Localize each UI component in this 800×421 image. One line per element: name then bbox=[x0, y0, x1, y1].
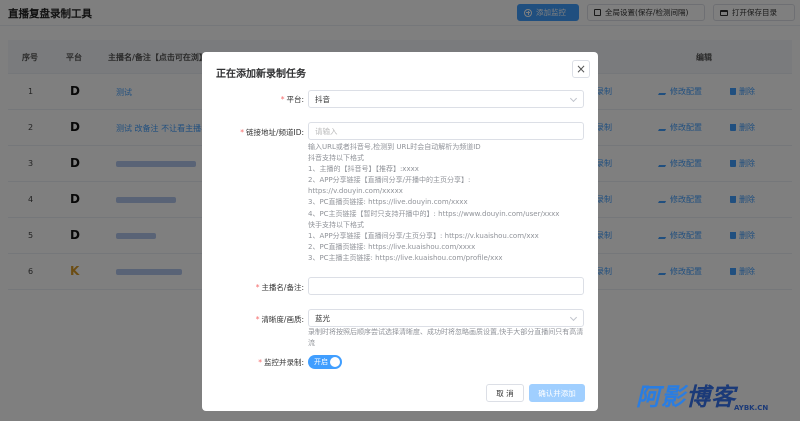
watermark-text: 阿影博客 bbox=[636, 383, 736, 411]
help-line: 4、PC主页链接【暂时只支持开播中的】: https://www.douyin.… bbox=[308, 209, 560, 218]
help-line: 1、APP分享链接【直播间分享/主页分享】: https://v.kuaisho… bbox=[308, 231, 539, 240]
monitor-label: * 监控并录制: bbox=[258, 358, 304, 367]
chevron-down-icon bbox=[569, 94, 578, 103]
quality-label: * 清晰度/画质: bbox=[255, 315, 304, 324]
platform-value: 抖音 bbox=[315, 94, 330, 104]
url-input[interactable]: 请输入 bbox=[308, 122, 584, 140]
help-line: 2、PC直播页链接: https://live.kuaishou.com/xxx… bbox=[308, 242, 476, 251]
cancel-button[interactable]: 取 消 bbox=[486, 384, 524, 402]
monitor-switch[interactable]: 开启 bbox=[308, 355, 342, 369]
help-line: 输入URL或者抖音号,检测到 URL时会自动解析为频道ID bbox=[308, 143, 481, 151]
close-button[interactable]: × bbox=[572, 60, 590, 78]
switch-knob bbox=[330, 357, 340, 367]
switch-text: 开启 bbox=[314, 358, 328, 366]
streamer-input[interactable] bbox=[308, 277, 584, 295]
dialog-title: 正在添加新录制任务 bbox=[216, 69, 306, 80]
close-icon: × bbox=[575, 62, 587, 76]
platform-select[interactable]: 抖音 bbox=[308, 90, 584, 108]
help-line: 快手支持以下格式 bbox=[308, 220, 364, 229]
confirm-add-button[interactable]: 确认并添加 bbox=[529, 384, 585, 402]
url-label: * 链接地址/频道ID: bbox=[240, 128, 304, 137]
help-line: 3、PC主播主页链接: https://live.kuaishou.com/pr… bbox=[308, 253, 503, 262]
add-task-dialog: 正在添加新录制任务 × * 平台: 抖音 * 链接地址/频道ID: 请输入 输入UR… bbox=[202, 52, 598, 411]
help-line: 1、主播的【抖音号】【推荐】:xxxx bbox=[308, 165, 419, 174]
watermark-logo: 阿影博客 AYBK.CN bbox=[636, 377, 786, 417]
url-placeholder: 请输入 bbox=[315, 126, 338, 136]
quality-value: 蓝光 bbox=[315, 313, 330, 323]
platform-label: * 平台: bbox=[280, 95, 304, 104]
help-line: 3、PC直播页链接: https://live.douyin.com/xxxx bbox=[308, 198, 468, 207]
watermark-url: AYBK.CN bbox=[734, 404, 769, 412]
quality-help: 录制时将按照后顺序尝试选择清晰度、成功时将忽略画质设置,快手大部分直播间只有高清… bbox=[308, 328, 584, 347]
chevron-down-icon bbox=[569, 313, 578, 322]
streamer-label: * 主播名/备注: bbox=[255, 283, 304, 292]
quality-select[interactable]: 蓝光 bbox=[308, 309, 584, 327]
help-line: 抖音支持以下格式 bbox=[308, 154, 364, 163]
help-line: 2、APP分享链接【直播间分享/开播中的主页分享】: bbox=[308, 176, 471, 185]
help-line: https://v.douyin.com/xxxxx bbox=[308, 187, 403, 196]
url-help: 输入URL或者抖音号,检测到 URL时会自动解析为频道ID 抖音支持以下格式 1… bbox=[308, 142, 588, 264]
